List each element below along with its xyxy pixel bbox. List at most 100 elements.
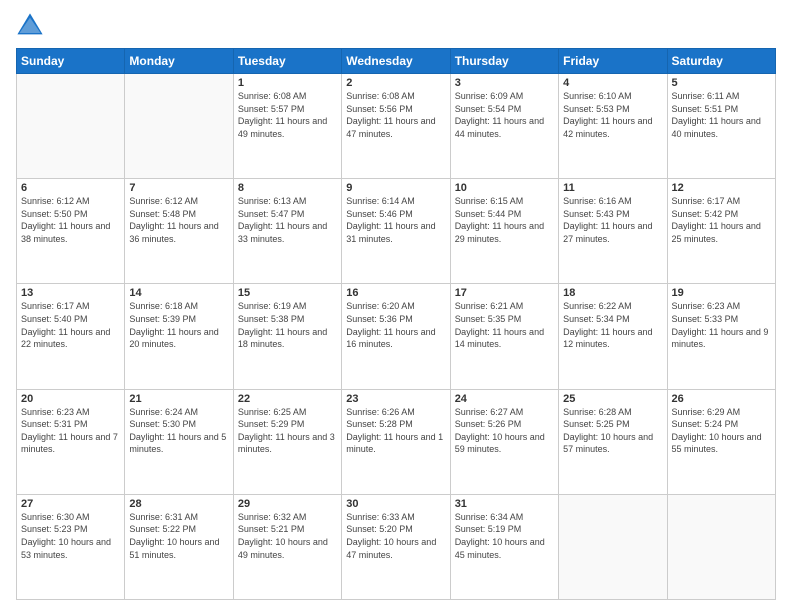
day-number: 18 (563, 287, 662, 299)
day-info: Sunrise: 6:33 AM Sunset: 5:20 PM Dayligh… (346, 511, 445, 561)
logo-icon (16, 12, 44, 40)
day-info: Sunrise: 6:31 AM Sunset: 5:22 PM Dayligh… (129, 511, 228, 561)
day-info: Sunrise: 6:25 AM Sunset: 5:29 PM Dayligh… (238, 406, 337, 456)
day-cell: 1Sunrise: 6:08 AM Sunset: 5:57 PM Daylig… (233, 74, 341, 179)
day-number: 1 (238, 77, 337, 89)
day-number: 14 (129, 287, 228, 299)
day-number: 3 (455, 77, 554, 89)
weekday-header-monday: Monday (125, 49, 233, 74)
day-info: Sunrise: 6:29 AM Sunset: 5:24 PM Dayligh… (672, 406, 771, 456)
day-number: 21 (129, 393, 228, 405)
page: SundayMondayTuesdayWednesdayThursdayFrid… (0, 0, 792, 612)
day-number: 24 (455, 393, 554, 405)
week-row-3: 13Sunrise: 6:17 AM Sunset: 5:40 PM Dayli… (17, 284, 776, 389)
day-cell: 29Sunrise: 6:32 AM Sunset: 5:21 PM Dayli… (233, 494, 341, 599)
day-number: 19 (672, 287, 771, 299)
day-number: 29 (238, 498, 337, 510)
day-cell: 16Sunrise: 6:20 AM Sunset: 5:36 PM Dayli… (342, 284, 450, 389)
day-number: 16 (346, 287, 445, 299)
day-cell: 27Sunrise: 6:30 AM Sunset: 5:23 PM Dayli… (17, 494, 125, 599)
day-info: Sunrise: 6:15 AM Sunset: 5:44 PM Dayligh… (455, 195, 554, 245)
day-cell (17, 74, 125, 179)
day-number: 4 (563, 77, 662, 89)
day-info: Sunrise: 6:14 AM Sunset: 5:46 PM Dayligh… (346, 195, 445, 245)
day-number: 5 (672, 77, 771, 89)
day-info: Sunrise: 6:17 AM Sunset: 5:40 PM Dayligh… (21, 300, 120, 350)
day-number: 27 (21, 498, 120, 510)
day-info: Sunrise: 6:08 AM Sunset: 5:57 PM Dayligh… (238, 90, 337, 140)
weekday-header-sunday: Sunday (17, 49, 125, 74)
day-info: Sunrise: 6:24 AM Sunset: 5:30 PM Dayligh… (129, 406, 228, 456)
day-cell: 13Sunrise: 6:17 AM Sunset: 5:40 PM Dayli… (17, 284, 125, 389)
header (16, 12, 776, 40)
day-number: 25 (563, 393, 662, 405)
weekday-header-tuesday: Tuesday (233, 49, 341, 74)
day-info: Sunrise: 6:16 AM Sunset: 5:43 PM Dayligh… (563, 195, 662, 245)
day-info: Sunrise: 6:12 AM Sunset: 5:48 PM Dayligh… (129, 195, 228, 245)
day-info: Sunrise: 6:23 AM Sunset: 5:31 PM Dayligh… (21, 406, 120, 456)
day-number: 20 (21, 393, 120, 405)
day-info: Sunrise: 6:13 AM Sunset: 5:47 PM Dayligh… (238, 195, 337, 245)
logo (16, 12, 46, 40)
day-cell: 31Sunrise: 6:34 AM Sunset: 5:19 PM Dayli… (450, 494, 558, 599)
week-row-1: 1Sunrise: 6:08 AM Sunset: 5:57 PM Daylig… (17, 74, 776, 179)
day-info: Sunrise: 6:26 AM Sunset: 5:28 PM Dayligh… (346, 406, 445, 456)
weekday-header-wednesday: Wednesday (342, 49, 450, 74)
day-info: Sunrise: 6:34 AM Sunset: 5:19 PM Dayligh… (455, 511, 554, 561)
day-number: 11 (563, 182, 662, 194)
day-number: 9 (346, 182, 445, 194)
day-cell: 23Sunrise: 6:26 AM Sunset: 5:28 PM Dayli… (342, 389, 450, 494)
day-cell: 11Sunrise: 6:16 AM Sunset: 5:43 PM Dayli… (559, 179, 667, 284)
day-number: 23 (346, 393, 445, 405)
day-cell: 2Sunrise: 6:08 AM Sunset: 5:56 PM Daylig… (342, 74, 450, 179)
day-cell: 18Sunrise: 6:22 AM Sunset: 5:34 PM Dayli… (559, 284, 667, 389)
weekday-header-friday: Friday (559, 49, 667, 74)
day-cell: 14Sunrise: 6:18 AM Sunset: 5:39 PM Dayli… (125, 284, 233, 389)
day-cell (667, 494, 775, 599)
day-info: Sunrise: 6:20 AM Sunset: 5:36 PM Dayligh… (346, 300, 445, 350)
day-number: 13 (21, 287, 120, 299)
day-cell: 15Sunrise: 6:19 AM Sunset: 5:38 PM Dayli… (233, 284, 341, 389)
weekday-header-saturday: Saturday (667, 49, 775, 74)
day-info: Sunrise: 6:32 AM Sunset: 5:21 PM Dayligh… (238, 511, 337, 561)
day-number: 31 (455, 498, 554, 510)
day-cell: 5Sunrise: 6:11 AM Sunset: 5:51 PM Daylig… (667, 74, 775, 179)
day-cell: 7Sunrise: 6:12 AM Sunset: 5:48 PM Daylig… (125, 179, 233, 284)
day-cell: 4Sunrise: 6:10 AM Sunset: 5:53 PM Daylig… (559, 74, 667, 179)
day-cell: 9Sunrise: 6:14 AM Sunset: 5:46 PM Daylig… (342, 179, 450, 284)
day-number: 8 (238, 182, 337, 194)
day-cell: 8Sunrise: 6:13 AM Sunset: 5:47 PM Daylig… (233, 179, 341, 284)
day-info: Sunrise: 6:30 AM Sunset: 5:23 PM Dayligh… (21, 511, 120, 561)
day-number: 7 (129, 182, 228, 194)
day-number: 28 (129, 498, 228, 510)
weekday-header-row: SundayMondayTuesdayWednesdayThursdayFrid… (17, 49, 776, 74)
day-cell: 3Sunrise: 6:09 AM Sunset: 5:54 PM Daylig… (450, 74, 558, 179)
day-info: Sunrise: 6:10 AM Sunset: 5:53 PM Dayligh… (563, 90, 662, 140)
day-number: 30 (346, 498, 445, 510)
day-cell (125, 74, 233, 179)
day-cell: 24Sunrise: 6:27 AM Sunset: 5:26 PM Dayli… (450, 389, 558, 494)
day-number: 22 (238, 393, 337, 405)
day-cell: 17Sunrise: 6:21 AM Sunset: 5:35 PM Dayli… (450, 284, 558, 389)
day-info: Sunrise: 6:28 AM Sunset: 5:25 PM Dayligh… (563, 406, 662, 456)
day-cell: 28Sunrise: 6:31 AM Sunset: 5:22 PM Dayli… (125, 494, 233, 599)
day-cell: 12Sunrise: 6:17 AM Sunset: 5:42 PM Dayli… (667, 179, 775, 284)
day-cell: 30Sunrise: 6:33 AM Sunset: 5:20 PM Dayli… (342, 494, 450, 599)
day-info: Sunrise: 6:27 AM Sunset: 5:26 PM Dayligh… (455, 406, 554, 456)
day-number: 6 (21, 182, 120, 194)
day-cell: 22Sunrise: 6:25 AM Sunset: 5:29 PM Dayli… (233, 389, 341, 494)
day-cell: 6Sunrise: 6:12 AM Sunset: 5:50 PM Daylig… (17, 179, 125, 284)
day-info: Sunrise: 6:21 AM Sunset: 5:35 PM Dayligh… (455, 300, 554, 350)
day-cell: 25Sunrise: 6:28 AM Sunset: 5:25 PM Dayli… (559, 389, 667, 494)
week-row-2: 6Sunrise: 6:12 AM Sunset: 5:50 PM Daylig… (17, 179, 776, 284)
day-info: Sunrise: 6:23 AM Sunset: 5:33 PM Dayligh… (672, 300, 771, 350)
day-info: Sunrise: 6:22 AM Sunset: 5:34 PM Dayligh… (563, 300, 662, 350)
day-number: 17 (455, 287, 554, 299)
calendar-table: SundayMondayTuesdayWednesdayThursdayFrid… (16, 48, 776, 600)
day-info: Sunrise: 6:08 AM Sunset: 5:56 PM Dayligh… (346, 90, 445, 140)
day-cell: 21Sunrise: 6:24 AM Sunset: 5:30 PM Dayli… (125, 389, 233, 494)
day-info: Sunrise: 6:17 AM Sunset: 5:42 PM Dayligh… (672, 195, 771, 245)
day-info: Sunrise: 6:19 AM Sunset: 5:38 PM Dayligh… (238, 300, 337, 350)
day-cell (559, 494, 667, 599)
day-info: Sunrise: 6:12 AM Sunset: 5:50 PM Dayligh… (21, 195, 120, 245)
